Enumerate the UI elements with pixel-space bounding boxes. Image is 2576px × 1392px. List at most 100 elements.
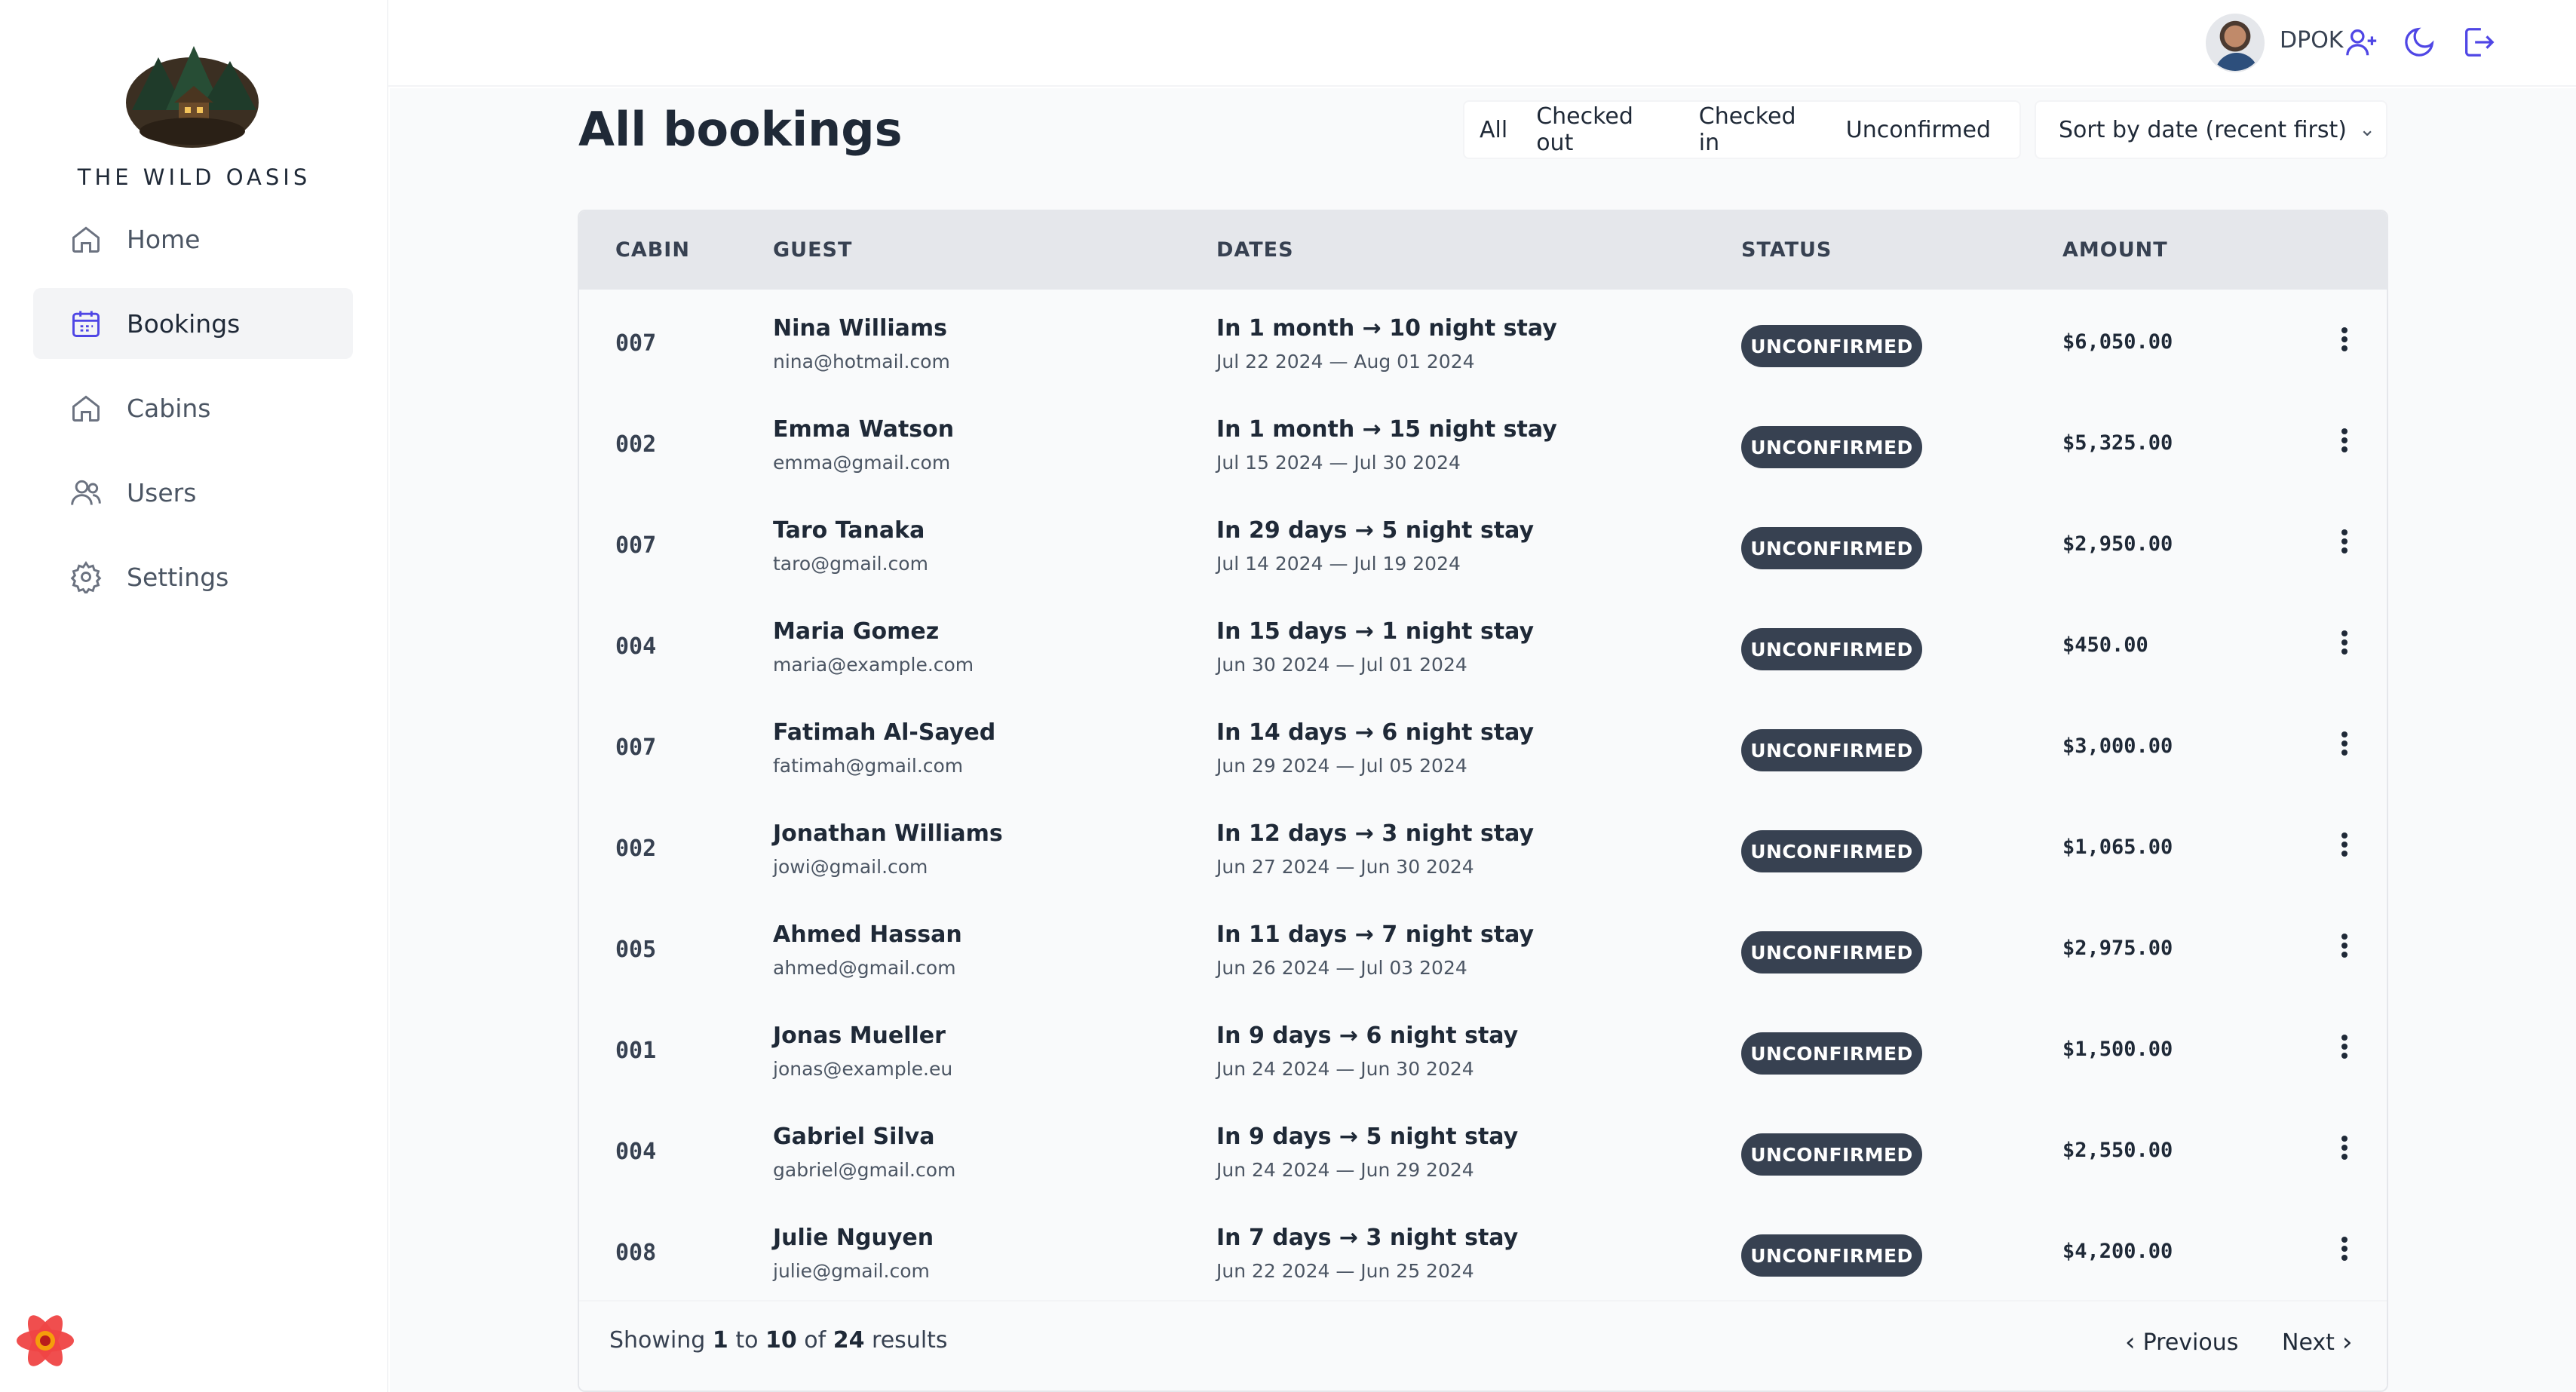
user-name: DPOK: [2280, 27, 2344, 54]
results-prefix: Showing: [609, 1327, 706, 1354]
guest-cell: Taro Tanaka taro@gmail.com: [773, 517, 928, 575]
results-to-word: to: [735, 1327, 759, 1354]
booking-amount: $2,550.00: [2062, 1139, 2173, 1162]
table-row: 001 Jonas Mueller jonas@example.eu In 9 d…: [579, 997, 2387, 1098]
stay-summary: In 15 days → 1 night stay: [1216, 618, 1535, 645]
stay-summary: In 29 days → 5 night stay: [1216, 517, 1535, 544]
row-menu-icon[interactable]: [2329, 526, 2360, 560]
next-page-button[interactable]: Next ›: [2282, 1327, 2360, 1357]
guest-cell: Ahmed Hassan ahmed@gmail.com: [773, 921, 962, 979]
sidebar-item-bookings[interactable]: Bookings: [33, 288, 353, 359]
status-badge: UNCONFIRMED: [1741, 1032, 1922, 1075]
next-label: Next: [2282, 1329, 2335, 1356]
logout-icon[interactable]: [2461, 25, 2495, 60]
cabin-number: 004: [615, 633, 657, 660]
filter-unconfirmed-button[interactable]: Unconfirmed: [1846, 117, 1991, 143]
chevron-left-icon: ‹: [2125, 1327, 2136, 1357]
home-icon: [69, 222, 103, 256]
guest-email: julie@gmail.com: [773, 1260, 930, 1282]
add-user-icon[interactable]: [2344, 25, 2379, 60]
sort-select-value: Sort by date (recent first): [2059, 116, 2347, 143]
guest-cell: Gabriel Silva gabriel@gmail.com: [773, 1124, 955, 1181]
guest-name: Jonas Mueller: [773, 1023, 946, 1049]
booking-amount: $450.00: [2062, 633, 2148, 657]
cabin-number: 008: [615, 1240, 657, 1266]
filter-checked-in-button[interactable]: Checked in: [1699, 103, 1817, 156]
results-of-word: of: [804, 1327, 826, 1354]
table-row: 002 Jonathan Williams jowi@gmail.com In 1…: [579, 795, 2387, 896]
date-range: Jun 22 2024 — Jun 25 2024: [1216, 1260, 1474, 1282]
calendar-icon: [69, 307, 103, 340]
app-root: THE WILD OASIS Home Bookings Cabins User…: [0, 0, 2576, 1392]
results-suffix: results: [872, 1327, 948, 1354]
sidebar-item-home[interactable]: Home: [33, 204, 353, 274]
booking-amount: $5,325.00: [2062, 431, 2173, 455]
row-menu-icon[interactable]: [2329, 1133, 2360, 1166]
sidebar-item-label: Bookings: [127, 308, 241, 339]
results-total: 24: [833, 1327, 865, 1354]
guest-name: Taro Tanaka: [773, 517, 925, 544]
row-menu-icon[interactable]: [2329, 425, 2360, 458]
stay-summary: In 11 days → 7 night stay: [1216, 921, 1535, 948]
row-menu-icon[interactable]: [2329, 1234, 2360, 1267]
column-header-cabin: Cabin: [615, 238, 690, 262]
sort-select[interactable]: Sort by date (recent first) ⌄: [2035, 100, 2387, 159]
status-badge: UNCONFIRMED: [1741, 426, 1922, 468]
table-row: 008 Julie Nguyen julie@gmail.com In 7 day…: [579, 1199, 2387, 1300]
results-summary: Showing 1 to 10 of 24 results: [609, 1327, 948, 1354]
status-badge: UNCONFIRMED: [1741, 325, 1922, 367]
status-badge: UNCONFIRMED: [1741, 1133, 1922, 1176]
guest-cell: Jonas Mueller jonas@example.eu: [773, 1023, 952, 1080]
sidebar-item-label: Cabins: [127, 393, 211, 423]
row-menu-icon[interactable]: [2329, 1032, 2360, 1065]
guest-name: Gabriel Silva: [773, 1124, 935, 1150]
row-menu-icon[interactable]: [2329, 829, 2360, 863]
date-range: Jun 27 2024 — Jun 30 2024: [1216, 856, 1474, 878]
cabin-number: 007: [615, 734, 657, 761]
status-badge: UNCONFIRMED: [1741, 527, 1922, 569]
booking-amount: $3,000.00: [2062, 734, 2173, 758]
stay-summary: In 1 month → 10 night stay: [1216, 315, 1557, 342]
row-menu-icon[interactable]: [2329, 728, 2360, 762]
status-badge: UNCONFIRMED: [1741, 628, 1922, 670]
table-body: 007 Nina Williams nina@hotmail.com In 1 m…: [579, 290, 2387, 1300]
filter-all-button[interactable]: All: [1480, 117, 1507, 143]
column-header-amount: Amount: [2062, 238, 2168, 262]
guest-cell: Nina Williams nina@hotmail.com: [773, 315, 950, 373]
date-range: Jul 15 2024 — Jul 30 2024: [1216, 452, 1461, 474]
table-footer: Showing 1 to 10 of 24 results ‹ Previous…: [579, 1300, 2387, 1390]
guest-name: Julie Nguyen: [773, 1225, 934, 1251]
previous-page-button[interactable]: ‹ Previous: [2118, 1327, 2238, 1357]
dates-cell: In 7 days → 3 night stay Jun 22 2024 — Ju…: [1216, 1225, 1518, 1282]
results-to: 10: [765, 1327, 797, 1354]
page-title: All bookings: [578, 102, 903, 157]
sidebar-nav: Home Bookings Cabins Users Settings: [33, 204, 353, 626]
sidebar-item-label: Users: [127, 477, 197, 507]
avatar: [2206, 14, 2265, 72]
dates-cell: In 14 days → 6 night stay Jun 29 2024 — J…: [1216, 719, 1534, 777]
row-menu-icon[interactable]: [2329, 627, 2360, 661]
cabin-number: 002: [615, 836, 657, 862]
brand-name: THE WILD OASIS: [77, 164, 311, 190]
date-range: Jun 24 2024 — Jun 30 2024: [1216, 1058, 1474, 1080]
guest-email: fatimah@gmail.com: [773, 755, 964, 777]
filter-checked-out-button[interactable]: Checked out: [1536, 103, 1670, 156]
sidebar-item-label: Home: [127, 224, 201, 254]
guest-name: Maria Gomez: [773, 618, 940, 645]
moon-icon[interactable]: [2402, 25, 2436, 60]
sidebar-item-users[interactable]: Users: [33, 457, 353, 528]
row-menu-icon[interactable]: [2329, 931, 2360, 964]
table-row: 007 Nina Williams nina@hotmail.com In 1 m…: [579, 290, 2387, 391]
gear-icon: [69, 560, 103, 596]
date-range: Jul 14 2024 — Jul 19 2024: [1216, 553, 1461, 575]
react-query-devtools-icon[interactable]: [14, 1309, 77, 1372]
chevron-down-icon: ⌄: [2359, 118, 2375, 141]
column-header-dates: Dates: [1216, 238, 1294, 262]
sidebar-item-settings[interactable]: Settings: [33, 541, 353, 612]
booking-amount: $2,950.00: [2062, 532, 2173, 556]
row-menu-icon[interactable]: [2329, 324, 2360, 357]
users-icon: [69, 476, 103, 509]
cabin-number: 005: [615, 937, 657, 963]
status-badge: UNCONFIRMED: [1741, 830, 1922, 872]
sidebar-item-cabins[interactable]: Cabins: [33, 373, 353, 443]
